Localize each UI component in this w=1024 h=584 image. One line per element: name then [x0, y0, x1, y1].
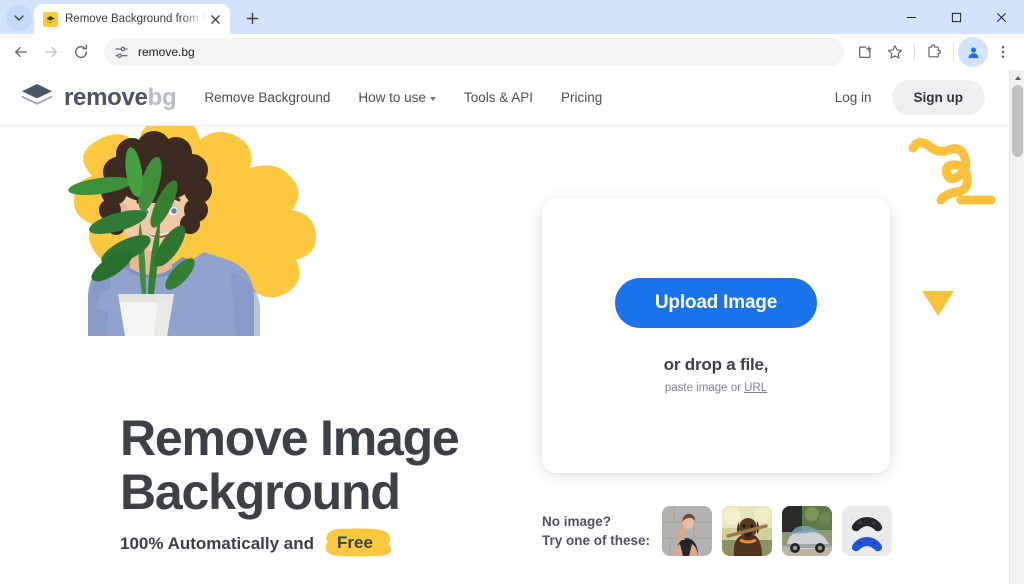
samples-label: No image? Try one of these:	[542, 512, 662, 550]
paste-url-link[interactable]: URL	[744, 382, 767, 394]
page-scrollbar[interactable]	[1009, 70, 1024, 584]
site-header: removebg Remove Background How to use To…	[0, 70, 1009, 126]
chevron-down-icon	[14, 13, 24, 23]
toolbar-actions	[850, 37, 1018, 67]
star-icon	[887, 44, 903, 60]
subtitle-text: 100% Automatically and	[120, 534, 314, 554]
hero-artwork	[30, 126, 370, 336]
nav-label: Remove Background	[204, 90, 330, 105]
hero-right-column: Upload Image or drop a file, paste image…	[540, 126, 1009, 584]
tab-strip: Remove Background from Imag	[0, 0, 1024, 34]
free-label: Free	[337, 533, 373, 552]
drop-file-text: or drop a file,	[664, 355, 769, 375]
page-title: Remove Image Background	[120, 411, 540, 519]
arrow-left-icon	[13, 44, 29, 60]
toolbar-divider	[914, 44, 915, 60]
profile-button[interactable]	[958, 37, 988, 67]
paste-hint: paste image or URL	[665, 382, 767, 394]
toolbar-divider-2	[953, 44, 954, 60]
sample-thumb-controllers[interactable]	[842, 506, 892, 556]
back-button[interactable]	[6, 37, 36, 67]
scrollbar-thumb[interactable]	[1012, 85, 1023, 157]
browser-menu-button[interactable]	[988, 37, 1018, 67]
paste-prefix-text: paste image or	[665, 382, 744, 394]
scrollbar-up-arrow[interactable]	[1010, 70, 1024, 85]
upload-image-button[interactable]: Upload Image	[615, 278, 817, 328]
login-link[interactable]: Log in	[821, 82, 886, 113]
page-viewport: removebg Remove Background How to use To…	[0, 70, 1024, 584]
install-app-icon	[857, 44, 873, 60]
yellow-triangle-icon	[922, 291, 954, 316]
close-window-button[interactable]	[979, 0, 1024, 34]
minimize-button[interactable]	[889, 0, 934, 34]
web-page: removebg Remove Background How to use To…	[0, 70, 1009, 584]
sample-thumb-dog[interactable]	[722, 506, 772, 556]
free-highlight-badge: Free	[324, 530, 386, 557]
nav-label: Tools & API	[464, 90, 533, 105]
tab-close-icon[interactable]	[206, 10, 224, 28]
address-bar[interactable]: remove.bg	[104, 38, 844, 66]
person-avatar-icon	[966, 45, 981, 60]
yellow-squiggle-icon	[905, 134, 1001, 249]
signup-button[interactable]: Sign up	[892, 80, 986, 115]
favicon-icon	[43, 12, 58, 27]
install-app-button[interactable]	[850, 37, 880, 67]
brand-suffix: bg	[148, 84, 177, 111]
plus-icon	[246, 12, 259, 25]
samples-line-1: No image?	[542, 512, 662, 531]
browser-window: Remove Background from Imag	[0, 0, 1024, 584]
hero-section: Remove Image Background 100% Automatical…	[0, 126, 1009, 584]
headline-line-1: Remove Image	[120, 410, 459, 466]
minimize-icon	[906, 12, 917, 23]
sample-thumbnails	[662, 506, 892, 556]
headline-line-2: Background	[120, 464, 400, 520]
brand-logo[interactable]: removebg	[20, 83, 176, 112]
forward-button[interactable]	[36, 37, 66, 67]
window-controls	[889, 0, 1024, 34]
tab-search-button[interactable]	[6, 5, 32, 31]
browser-tab[interactable]: Remove Background from Imag	[34, 4, 230, 34]
bookmark-button[interactable]	[880, 37, 910, 67]
hero-subtitle: 100% Automatically and Free	[120, 530, 386, 557]
extensions-button[interactable]	[919, 37, 949, 67]
chevron-down-icon	[430, 97, 436, 101]
main-navigation: Remove Background How to use Tools & API…	[204, 90, 602, 105]
reload-icon	[73, 44, 89, 60]
nav-item-tools-api[interactable]: Tools & API	[464, 90, 533, 105]
upload-card[interactable]: Upload Image or drop a file, paste image…	[542, 198, 890, 473]
sample-thumb-car[interactable]	[782, 506, 832, 556]
maximize-icon	[951, 12, 962, 23]
three-dots-vertical-icon	[995, 44, 1011, 60]
tab-title: Remove Background from Imag	[65, 13, 206, 25]
nav-item-remove-background[interactable]: Remove Background	[204, 90, 330, 105]
hero-left-column: Remove Image Background 100% Automatical…	[0, 126, 540, 584]
sample-thumb-woman-flexing[interactable]	[662, 506, 712, 556]
layers-diamond-icon	[20, 83, 54, 112]
close-icon	[996, 12, 1007, 23]
nav-item-how-to-use[interactable]: How to use	[358, 90, 436, 105]
plant-pot	[118, 294, 174, 336]
brand-name: removebg	[64, 84, 176, 112]
maximize-button[interactable]	[934, 0, 979, 34]
header-actions: Log in Sign up	[821, 80, 985, 115]
samples-line-2: Try one of these:	[542, 531, 662, 550]
address-bar-url: remove.bg	[138, 45, 195, 59]
puzzle-piece-icon	[926, 44, 942, 60]
reload-button[interactable]	[66, 37, 96, 67]
browser-toolbar: remove.bg	[0, 34, 1024, 70]
new-tab-button[interactable]	[239, 5, 265, 31]
site-settings-icon[interactable]	[114, 45, 129, 60]
nav-item-pricing[interactable]: Pricing	[561, 90, 602, 105]
nav-label: How to use	[358, 90, 426, 105]
sample-images-section: No image? Try one of these:	[542, 506, 892, 556]
nav-label: Pricing	[561, 90, 602, 105]
arrow-right-icon	[43, 44, 59, 60]
